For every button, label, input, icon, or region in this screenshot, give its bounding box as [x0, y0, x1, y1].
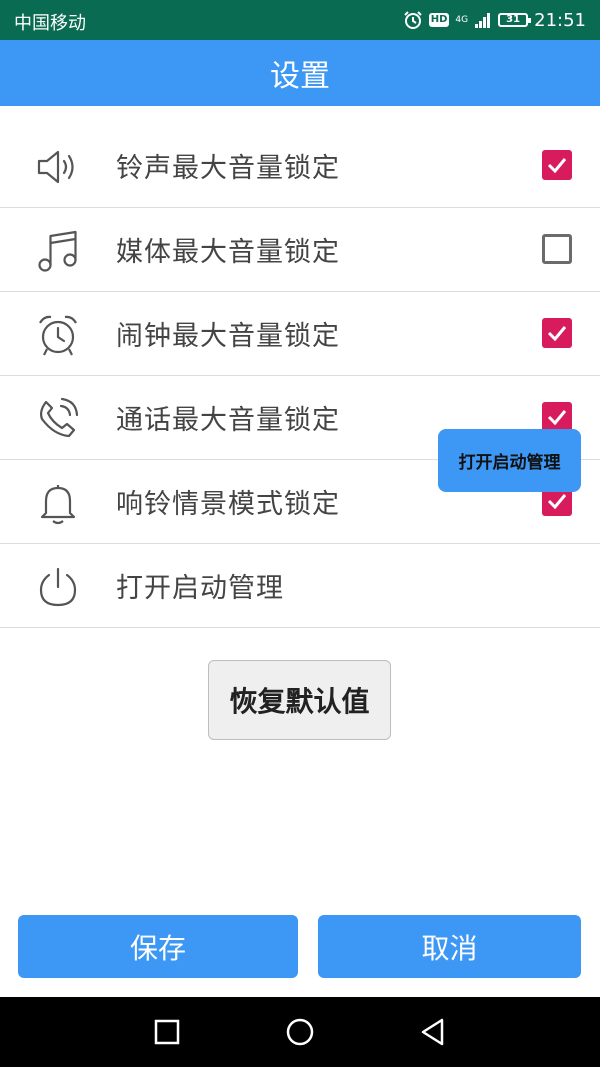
- hd-badge: HD: [428, 13, 450, 27]
- alarm-clock-icon: [39, 315, 77, 356]
- checkmark-icon: [547, 158, 567, 174]
- setting-label: 通话最大音量锁定: [116, 405, 340, 436]
- navigation-bar: [0, 997, 600, 1067]
- recent-apps-icon[interactable]: [150, 1015, 184, 1049]
- setting-row-startup: 打开启动管理: [0, 544, 600, 628]
- media-lock-checkbox[interactable]: [542, 234, 572, 264]
- alarm-lock-checkbox[interactable]: [542, 318, 572, 348]
- speaker-icon: [37, 150, 74, 184]
- home-icon[interactable]: [283, 1015, 317, 1049]
- open-startup-manager-button[interactable]: 打开启动管理: [438, 429, 581, 492]
- clock: 21:51: [534, 9, 586, 31]
- setting-label: 媒体最大音量锁定: [116, 237, 340, 268]
- ringtone-lock-checkbox[interactable]: [542, 150, 572, 180]
- status-bar: 中国移动 HD 4G 31 21:51: [0, 0, 600, 40]
- setting-label: 打开启动管理: [116, 573, 284, 604]
- alarm-status-icon: [404, 11, 422, 29]
- cancel-button[interactable]: 取消: [318, 915, 581, 978]
- save-button[interactable]: 保存: [18, 915, 298, 978]
- checkmark-icon: [547, 326, 567, 342]
- carrier-name: 中国移动: [14, 13, 86, 34]
- setting-label: 铃声最大音量锁定: [116, 153, 340, 184]
- bell-icon: [40, 485, 76, 525]
- restore-defaults-button[interactable]: 恢复默认值: [208, 660, 391, 740]
- checkmark-icon: [547, 410, 567, 426]
- power-icon: [39, 567, 77, 607]
- app-bar: 设置: [0, 40, 600, 106]
- music-note-icon: [38, 230, 77, 272]
- settings-list: 铃声最大音量锁定 媒体最大音量锁定 闹钟最大音量锁定 通话最大音量锁定 响铃情景…: [0, 124, 600, 628]
- network-type: 4G: [455, 14, 469, 25]
- phone-ringing-icon: [40, 397, 79, 438]
- setting-label: 响铃情景模式锁定: [116, 489, 340, 520]
- setting-row-alarm: 闹钟最大音量锁定: [0, 292, 600, 376]
- call-lock-checkbox[interactable]: [542, 402, 572, 432]
- setting-label: 闹钟最大音量锁定: [116, 321, 340, 352]
- setting-row-media: 媒体最大音量锁定: [0, 208, 600, 292]
- battery-icon: 31: [498, 13, 532, 27]
- back-icon[interactable]: [416, 1015, 450, 1049]
- page-title: 设置: [270, 59, 330, 94]
- status-icons: HD 4G 31 21:51: [403, 6, 586, 34]
- signal-icon: [475, 13, 491, 28]
- setting-row-ringtone: 铃声最大音量锁定: [0, 124, 600, 208]
